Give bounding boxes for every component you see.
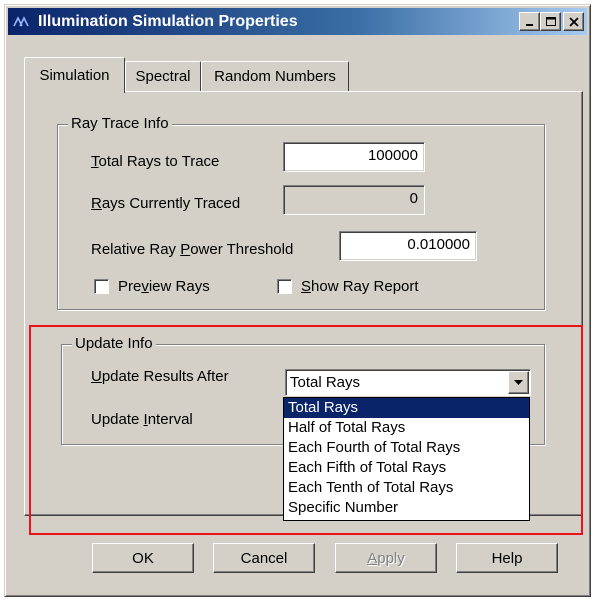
preview-rays-checkbox[interactable]: Preview Rays — [94, 278, 210, 295]
tab-random-numbers-label: Random Numbers — [214, 68, 336, 85]
tab-random-numbers[interactable]: Random Numbers — [201, 61, 349, 91]
update-results-dropdown-list[interactable]: Total Rays Half of Total Rays Each Fourt… — [283, 397, 530, 521]
total-rays-label: Total Rays to Trace — [91, 153, 220, 170]
chevron-down-icon — [514, 379, 523, 385]
title-bar[interactable]: Illumination Simulation Properties — [8, 8, 587, 35]
power-threshold-label: Relative Ray Power Threshold — [91, 241, 294, 258]
ok-button[interactable]: OK — [92, 543, 194, 573]
close-button[interactable] — [563, 12, 584, 31]
tab-simulation[interactable]: Simulation — [24, 57, 125, 93]
close-icon — [568, 16, 579, 27]
update-results-after-label: Update Results After — [91, 368, 229, 385]
window-title: Illumination Simulation Properties — [38, 12, 298, 30]
show-ray-report-box[interactable] — [277, 279, 292, 294]
tab-spectral[interactable]: Spectral — [125, 61, 201, 91]
dropdown-button[interactable] — [508, 371, 529, 394]
show-ray-report-label: Show Ray Report — [301, 278, 419, 295]
ray-trace-info-title: Ray Trace Info — [68, 115, 172, 133]
app-icon — [12, 13, 32, 31]
help-button[interactable]: Help — [456, 543, 558, 573]
update-interval-label: Update Interval — [91, 411, 193, 428]
show-ray-report-checkbox[interactable]: Show Ray Report — [277, 278, 419, 295]
minimize-icon — [525, 23, 533, 26]
maximize-icon — [545, 16, 556, 26]
dropdown-option-tenth[interactable]: Each Tenth of Total Rays — [284, 478, 529, 498]
rays-traced-label: Rays Currently Traced — [91, 195, 241, 212]
dialog-window: Illumination Simulation Properties Simul… — [4, 4, 591, 597]
dropdown-option-total-rays[interactable]: Total Rays — [284, 398, 529, 418]
total-rays-input[interactable]: 100000 — [283, 142, 425, 172]
update-results-after-value: Total Rays — [290, 374, 361, 391]
maximize-button[interactable] — [540, 12, 561, 31]
preview-rays-box[interactable] — [94, 279, 109, 294]
apply-button[interactable]: Apply — [335, 543, 437, 573]
tab-simulation-label: Simulation — [39, 67, 110, 84]
update-results-after-select[interactable]: Total Rays — [285, 369, 531, 396]
update-info-title: Update Info — [72, 335, 156, 353]
minimize-button[interactable] — [519, 12, 540, 31]
tab-spectral-label: Spectral — [135, 68, 191, 85]
dropdown-option-specific-number[interactable]: Specific Number — [284, 498, 529, 518]
dropdown-option-fifth[interactable]: Each Fifth of Total Rays — [284, 458, 529, 478]
dropdown-option-half[interactable]: Half of Total Rays — [284, 418, 529, 438]
power-threshold-input[interactable]: 0.010000 — [339, 231, 477, 261]
rays-traced-field: 0 — [283, 185, 425, 215]
preview-rays-label: Preview Rays — [118, 278, 210, 295]
dropdown-option-fourth[interactable]: Each Fourth of Total Rays — [284, 438, 529, 458]
cancel-button[interactable]: Cancel — [213, 543, 315, 573]
